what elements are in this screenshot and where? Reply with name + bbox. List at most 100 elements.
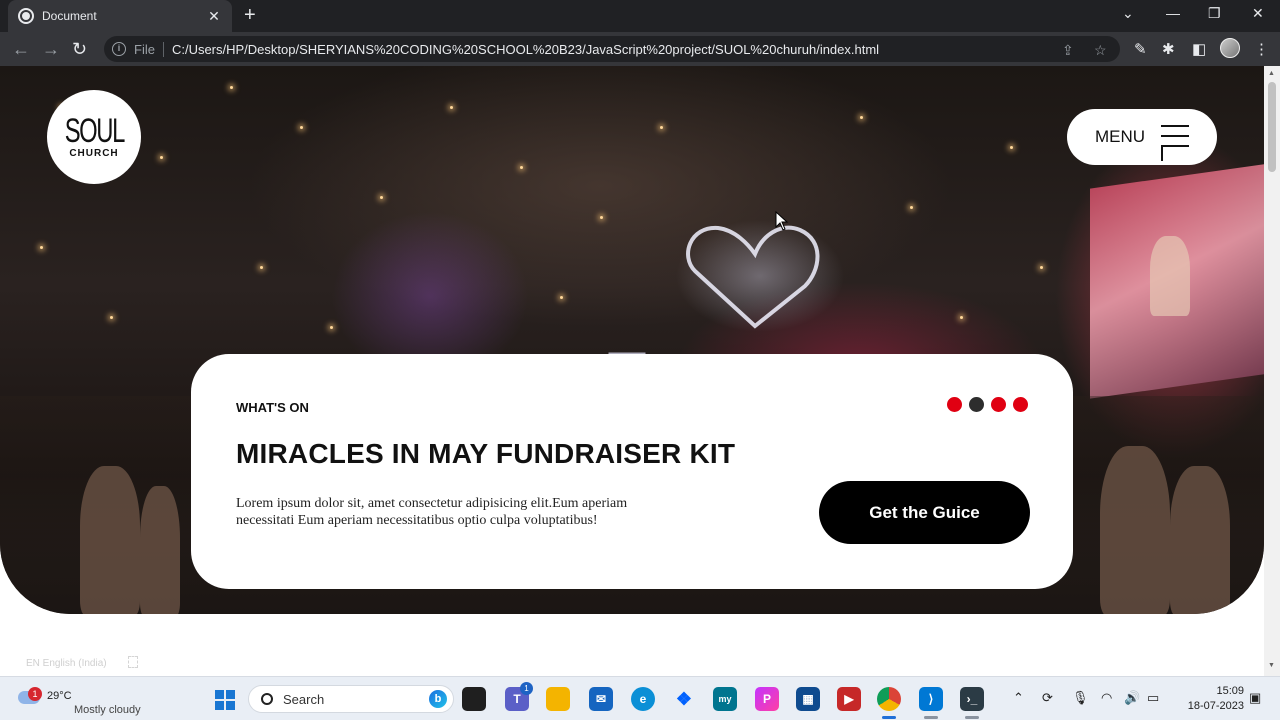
tab-title: Document [42, 9, 97, 23]
page-viewport: SOUL CHURCH MENU ‹ › WHAT'S ON MIRACLES … [0, 66, 1280, 676]
string-light [110, 316, 113, 319]
card-heading: MIRACLES IN MAY FUNDRAISER KIT [236, 438, 736, 469]
string-light [600, 216, 603, 219]
mysql-icon[interactable]: my [713, 687, 737, 711]
carousel-dot[interactable] [1013, 397, 1028, 412]
card-description: Lorem ipsum dolor sit, amet consectetur … [236, 496, 628, 528]
browser-toolbar: ← → ↻ i File C:/Users/HP/Desktop/SHERYIA… [0, 32, 1280, 66]
tab-search-chevron-icon[interactable]: ⌄ [1122, 5, 1134, 22]
browser-tab-bar: Document ✕ + ⌄ — ❐ ✕ [0, 0, 1280, 32]
temperature: 29°C [47, 690, 72, 702]
string-light [300, 126, 303, 129]
hamburger-icon [1161, 125, 1189, 161]
chrome-icon[interactable] [877, 687, 901, 711]
site-info-icon[interactable]: i [112, 42, 126, 56]
string-light [910, 206, 913, 209]
extensions-puzzle-icon[interactable]: ✱ [1162, 40, 1175, 58]
carousel-dot-active[interactable] [969, 397, 984, 412]
battery-icon[interactable]: ▭ [1147, 690, 1159, 706]
mouse-cursor-icon [775, 211, 789, 231]
microphone-icon[interactable]: 🎙 [1072, 690, 1089, 706]
search-icon [261, 693, 273, 705]
wifi-icon[interactable]: ◠ [1101, 690, 1112, 706]
scroll-down-icon[interactable]: ▼ [1268, 662, 1275, 669]
share-icon[interactable]: ⇪ [1062, 42, 1074, 59]
string-light [660, 126, 663, 129]
string-light [330, 326, 333, 329]
picsart-icon[interactable]: P [755, 687, 779, 711]
string-light [40, 246, 43, 249]
crowd-person [1170, 466, 1230, 614]
windows-taskbar: 1 29°C Mostly cloudy Search b T 1 ✉ e ❖ … [0, 676, 1280, 720]
mail-icon[interactable]: ✉ [589, 687, 613, 711]
bookmark-star-icon[interactable]: ☆ [1094, 42, 1107, 59]
store-icon[interactable]: ▦ [796, 687, 820, 711]
string-light [260, 266, 263, 269]
logo-text-soul: SOUL [64, 111, 125, 150]
vscode-icon[interactable]: ⟩ [919, 687, 943, 711]
string-light [380, 196, 383, 199]
edge-icon[interactable]: e [631, 687, 655, 711]
windows-start-icon[interactable] [215, 690, 235, 710]
menu-button[interactable]: MENU [1067, 109, 1217, 165]
terminal-running-indicator [965, 716, 979, 719]
scrollbar-thumb[interactable] [1268, 82, 1276, 172]
string-light [1040, 266, 1043, 269]
back-button[interactable]: ← [12, 39, 30, 59]
string-light [560, 296, 563, 299]
minimize-button[interactable]: — [1166, 5, 1180, 21]
vscode-running-indicator [924, 716, 938, 719]
carousel-dots [947, 397, 1028, 412]
volume-icon[interactable]: 🔊 [1124, 690, 1140, 706]
teams-badge: 1 [520, 682, 533, 695]
notification-icon[interactable]: ▣ [1249, 690, 1261, 706]
weather-widget[interactable]: 1 29°C Mostly cloudy [16, 683, 156, 716]
scheme-label: File [134, 41, 164, 57]
forward-button[interactable]: → [42, 39, 60, 59]
soul-church-logo[interactable]: SOUL CHURCH [47, 90, 141, 184]
system-clock[interactable]: 15:09 18-07-2023 [1172, 684, 1244, 714]
reload-button[interactable]: ↻ [72, 39, 87, 59]
weather-alert-badge: 1 [28, 687, 42, 701]
speaker-on-screen [1150, 236, 1190, 316]
scroll-up-icon[interactable]: ▲ [1268, 70, 1275, 77]
carousel-dot[interactable] [947, 397, 962, 412]
sync-icon[interactable]: ⟳ [1042, 690, 1053, 706]
menu-label: MENU [1095, 127, 1146, 146]
string-light [960, 316, 963, 319]
dropbox-icon[interactable]: ❖ [672, 687, 696, 711]
tab-close-icon[interactable]: ✕ [206, 8, 222, 25]
task-view-icon[interactable] [462, 687, 486, 711]
bing-icon[interactable]: b [429, 690, 447, 708]
get-the-guice-button[interactable]: Get the Guice [819, 481, 1030, 544]
browser-menu-icon[interactable]: ⋮ [1254, 40, 1269, 58]
maximize-button[interactable]: ❐ [1208, 5, 1221, 22]
chrome-active-indicator [882, 716, 896, 719]
close-window-button[interactable]: ✕ [1252, 5, 1264, 22]
weather-condition: Mostly cloudy [74, 704, 141, 716]
address-bar[interactable]: i File C:/Users/HP/Desktop/SHERYIANS%20C… [104, 36, 1120, 62]
extension-pen-icon[interactable]: ✎ [1134, 40, 1147, 58]
string-light [450, 106, 453, 109]
search-placeholder: Search [283, 691, 325, 707]
video-player-icon[interactable]: ▶ [837, 687, 861, 711]
crowd-person [140, 486, 180, 614]
new-tab-button[interactable]: + [244, 5, 256, 25]
browser-tab[interactable]: Document ✕ [8, 0, 232, 32]
taskbar-search[interactable]: Search b [248, 685, 454, 713]
side-panel-icon[interactable]: ◧ [1192, 40, 1206, 58]
whats-on-card: WHAT'S ON MIRACLES IN MAY FUNDRAISER KIT… [191, 354, 1073, 589]
string-light [1010, 146, 1013, 149]
string-light [160, 156, 163, 159]
clock-time: 15:09 [1216, 685, 1244, 697]
ime-icon [128, 656, 138, 668]
profile-avatar[interactable] [1220, 38, 1240, 58]
crowd-person [80, 466, 140, 614]
page-scrollbar[interactable]: ▲ ▼ [1264, 66, 1280, 676]
url-text[interactable]: C:/Users/HP/Desktop/SHERYIANS%20CODING%2… [172, 42, 879, 57]
file-explorer-icon[interactable] [546, 687, 570, 711]
tray-overflow-chevron-icon[interactable]: ⌃ [1013, 690, 1024, 706]
carousel-dot[interactable] [991, 397, 1006, 412]
language-indicator: EN English (India) [26, 658, 107, 669]
terminal-icon[interactable]: ›_ [960, 687, 984, 711]
